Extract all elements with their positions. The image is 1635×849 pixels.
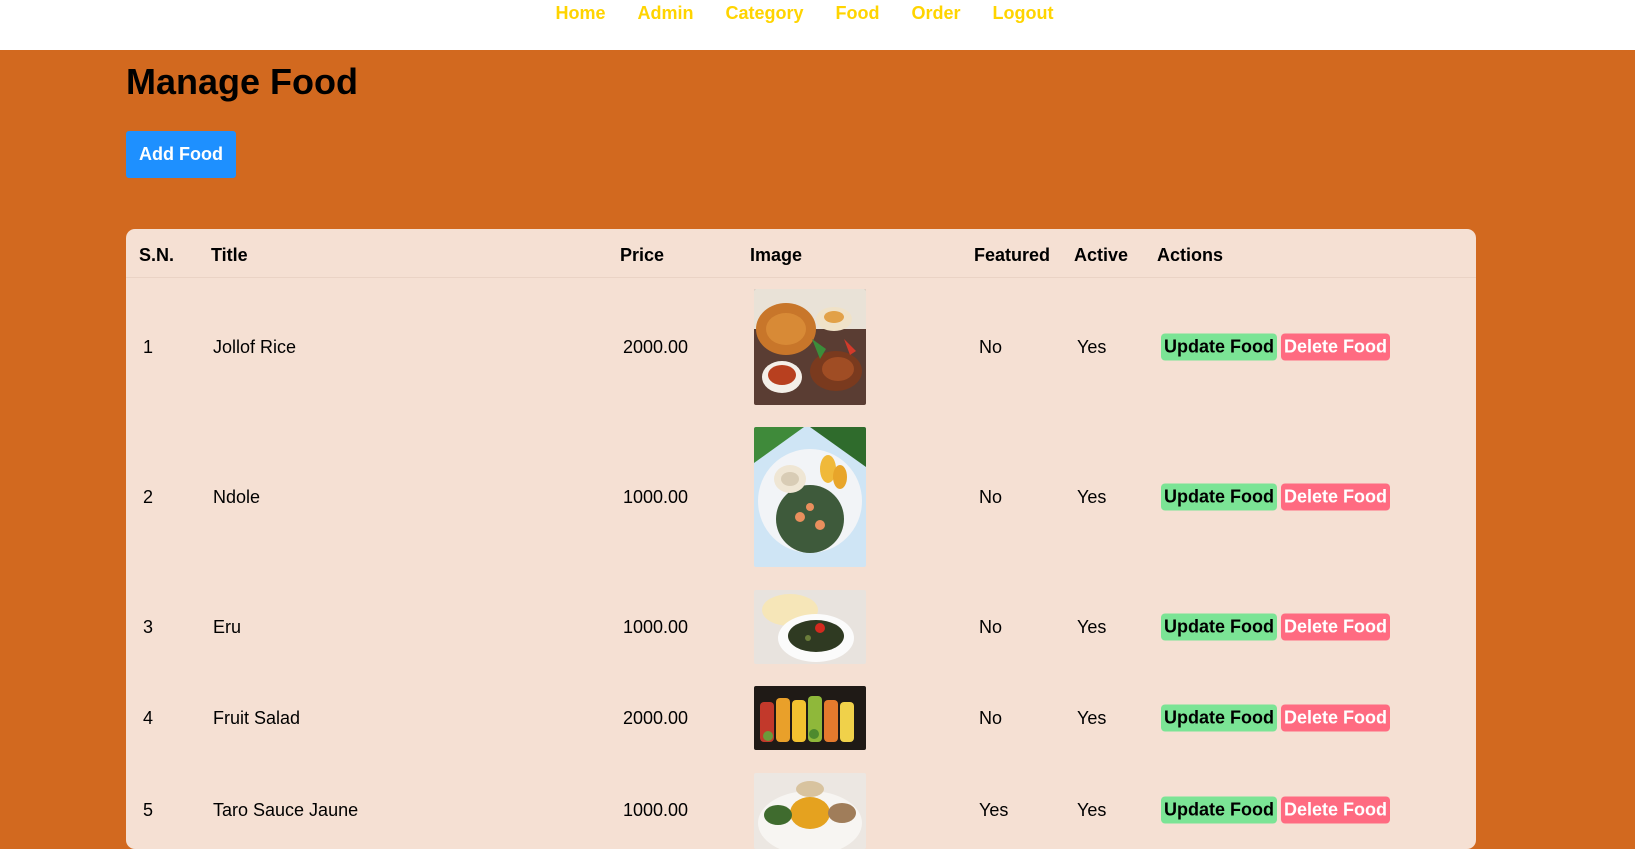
page-title: Manage Food (126, 61, 358, 102)
nav-link-food[interactable]: Food (836, 0, 880, 26)
table-row: 2 Ndole 1000.00 No Yes Update Food Delet… (126, 427, 1476, 567)
update-food-button[interactable]: Update Food (1161, 704, 1277, 732)
cell-title: Jollof Rice (213, 337, 297, 357)
cell-title: Ndole (213, 487, 261, 507)
cell-price: 2000.00 (623, 337, 689, 357)
column-header-image: Image (750, 245, 803, 265)
update-food-button[interactable]: Update Food (1161, 796, 1277, 824)
column-header-actions: Actions (1157, 245, 1224, 265)
nav-link-order[interactable]: Order (912, 0, 961, 26)
table-row: 4 Fruit Salad 2000.00 No Yes Update Food… (126, 686, 1476, 750)
cell-sn: 1 (143, 337, 154, 357)
header-divider (126, 277, 1476, 278)
cell-title: Taro Sauce Jaune (213, 800, 359, 820)
nav-link-home[interactable]: Home (555, 0, 605, 26)
delete-food-button[interactable]: Delete Food (1281, 796, 1391, 824)
taro-sauce-jaune-thumbnail (754, 773, 866, 849)
eru-thumbnail (754, 590, 866, 664)
main-nav: Home Admin Category Food Order Logout (0, 0, 1622, 26)
table-row: 1 Jollof Rice 2000.00 No Yes Update Food… (126, 289, 1476, 405)
cell-featured: No (979, 617, 1003, 637)
jollof-rice-thumbnail (754, 289, 866, 405)
nav-link-logout[interactable]: Logout (993, 0, 1054, 26)
cell-price: 1000.00 (623, 800, 689, 820)
nav-link-admin[interactable]: Admin (637, 0, 693, 26)
column-header-active: Active (1074, 245, 1129, 265)
cell-title: Fruit Salad (213, 708, 301, 728)
update-food-button[interactable]: Update Food (1161, 483, 1277, 511)
top-bar: Home Admin Category Food Order Logout (0, 0, 1635, 50)
cell-active: Yes (1077, 800, 1107, 820)
column-header-title: Title (211, 245, 248, 265)
cell-sn: 3 (143, 617, 154, 637)
delete-food-button[interactable]: Delete Food (1281, 613, 1391, 641)
add-food-button[interactable]: Add Food (126, 131, 236, 178)
column-header-featured: Featured (974, 245, 1051, 265)
cell-sn: 2 (143, 487, 154, 507)
delete-food-button[interactable]: Delete Food (1281, 333, 1391, 361)
cell-title: Eru (213, 617, 242, 637)
cell-sn: 4 (143, 708, 154, 728)
cell-featured: Yes (979, 800, 1009, 820)
cell-featured: No (979, 487, 1003, 507)
cell-active: Yes (1077, 337, 1107, 357)
cell-price: 1000.00 (623, 487, 689, 507)
food-table: S.N. Title Price Image Featured Active A… (126, 229, 1476, 849)
nav-link-category[interactable]: Category (725, 0, 803, 26)
cell-sn: 5 (143, 800, 154, 820)
column-header-price: Price (620, 245, 665, 265)
update-food-button[interactable]: Update Food (1161, 613, 1277, 641)
cell-price: 2000.00 (623, 708, 689, 728)
cell-active: Yes (1077, 617, 1107, 637)
table-row: 5 Taro Sauce Jaune 1000.00 Yes Yes Updat… (126, 773, 1476, 849)
fruit-salad-thumbnail (754, 686, 866, 750)
cell-featured: No (979, 708, 1003, 728)
delete-food-button[interactable]: Delete Food (1281, 704, 1391, 732)
ndole-thumbnail (754, 427, 866, 567)
update-food-button[interactable]: Update Food (1161, 333, 1277, 361)
cell-active: Yes (1077, 708, 1107, 728)
table-row: 3 Eru 1000.00 No Yes Update Food Delete … (126, 590, 1476, 664)
column-header-sn: S.N. (139, 245, 175, 265)
cell-price: 1000.00 (623, 617, 689, 637)
cell-active: Yes (1077, 487, 1107, 507)
cell-featured: No (979, 337, 1003, 357)
delete-food-button[interactable]: Delete Food (1281, 483, 1391, 511)
